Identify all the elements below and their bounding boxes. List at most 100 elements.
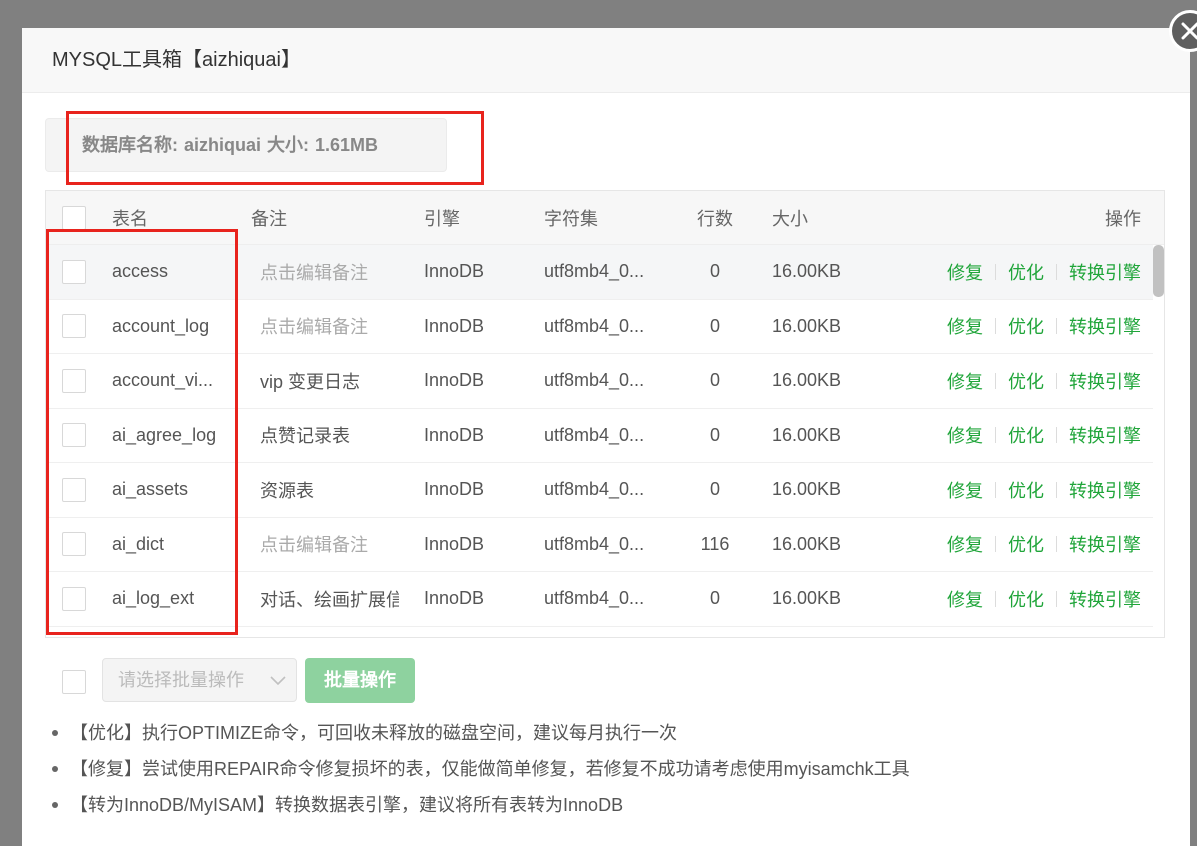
table-row: ai_assets 资源表 InnoDB utf8mb4_0... 0 16.0… <box>46 463 1153 518</box>
chevron-down-icon <box>270 676 286 686</box>
convert-engine-link[interactable]: 转换引擎 <box>1069 259 1141 285</box>
action-separator <box>995 536 996 553</box>
batch-action-select[interactable]: 请选择批量操作 <box>102 658 297 702</box>
repair-link[interactable]: 修复 <box>947 477 983 503</box>
table-row-count: 0 <box>709 261 720 282</box>
batch-action-button[interactable]: 批量操作 <box>305 658 415 703</box>
row-checkbox[interactable] <box>62 477 86 502</box>
repair-link[interactable]: 修复 <box>947 368 983 394</box>
table-size: 16.00KB <box>772 533 842 554</box>
table-row: access 点击编辑备注 InnoDB utf8mb4_0... 0 16.0… <box>46 245 1153 300</box>
batch-action-select-placeholder: 请选择批量操作 <box>118 670 244 690</box>
tables-table: 表名 备注 引擎 字符集 行数 大小 操作 access 点击编辑备注 Inno… <box>45 190 1165 638</box>
convert-engine-link[interactable]: 转换引擎 <box>1069 313 1141 339</box>
note-text: 【优化】执行OPTIMIZE命令，可回收未释放的磁盘空间，建议每月执行一次 <box>70 723 677 743</box>
optimize-link[interactable]: 优化 <box>1008 586 1044 612</box>
table-comment[interactable]: 点击编辑备注 <box>251 245 399 299</box>
action-separator <box>1056 318 1057 335</box>
row-actions: 修复 优化 转换引擎 <box>947 409 1141 463</box>
action-separator <box>1056 263 1057 280</box>
db-size-value: 1.61MB <box>315 135 379 155</box>
column-header-engine: 引擎 <box>424 208 460 229</box>
note-item: 【转为InnoDB/MyISAM】转换数据表引擎，建议将所有表转为InnoDB <box>52 787 910 823</box>
table-size: 16.00KB <box>772 315 842 336</box>
table-engine: InnoDB <box>424 370 485 391</box>
note-item: 【优化】执行OPTIMIZE命令，可回收未释放的磁盘空间，建议每月执行一次 <box>52 715 910 751</box>
table-name: account_log <box>112 315 210 336</box>
action-separator <box>1056 427 1057 444</box>
close-icon <box>1181 22 1197 40</box>
bullet <box>52 730 58 736</box>
table-comment[interactable]: 点击编辑备注 <box>251 518 399 572</box>
repair-link[interactable]: 修复 <box>947 531 983 557</box>
optimize-link[interactable]: 优化 <box>1008 313 1044 339</box>
table-row: ai_agree_log 点赞记录表 InnoDB utf8mb4_0... 0… <box>46 408 1153 463</box>
repair-link[interactable]: 修复 <box>947 313 983 339</box>
table-row: account_vi... vip 变更日志 InnoDB utf8mb4_0.… <box>46 354 1153 409</box>
convert-engine-link[interactable]: 转换引擎 <box>1069 368 1141 394</box>
action-separator <box>995 590 996 607</box>
table-scrollbar[interactable] <box>1153 245 1164 637</box>
column-header-actions: 操作 <box>1105 208 1141 229</box>
convert-engine-link[interactable]: 转换引擎 <box>1069 422 1141 448</box>
table-comment[interactable]: vip 变更日志 <box>251 354 399 408</box>
table-header: 表名 备注 引擎 字符集 行数 大小 操作 <box>46 191 1164 245</box>
dialog-title-bar: MYSQL工具箱【aizhiquai】 <box>22 28 1190 93</box>
column-header-charset: 字符集 <box>544 208 598 229</box>
table-engine: InnoDB <box>424 315 485 336</box>
repair-link[interactable]: 修复 <box>947 422 983 448</box>
close-button-area <box>1168 9 1197 53</box>
table-comment[interactable]: 点击编辑备注 <box>251 300 399 354</box>
note-item: 【修复】尝试使用REPAIR命令修复损坏的表，仅能做简单修复，若修复不成功请考虑… <box>52 751 910 787</box>
repair-link[interactable]: 修复 <box>947 586 983 612</box>
table-name: ai_log_ext <box>112 588 195 609</box>
action-separator <box>995 481 996 498</box>
table-row: account_log 点击编辑备注 InnoDB utf8mb4_0... 0… <box>46 299 1153 354</box>
row-checkbox-cell <box>62 354 86 408</box>
optimize-link[interactable]: 优化 <box>1008 477 1044 503</box>
action-separator <box>1056 372 1057 389</box>
table-engine: InnoDB <box>424 479 485 500</box>
row-actions: 修复 优化 转换引擎 <box>947 245 1141 299</box>
optimize-link[interactable]: 优化 <box>1008 531 1044 557</box>
table-comment[interactable]: 点赞记录表 <box>251 409 399 463</box>
db-name-label: 数据库名称: <box>82 135 178 155</box>
table-name: ai_agree_log <box>112 424 217 445</box>
row-checkbox[interactable] <box>62 423 86 448</box>
optimize-link[interactable]: 优化 <box>1008 368 1044 394</box>
scrollbar-thumb[interactable] <box>1153 245 1164 297</box>
table-comment[interactable]: 对话、绘画扩展信 <box>251 572 399 626</box>
table-engine: InnoDB <box>424 261 485 282</box>
column-header-name: 表名 <box>112 208 148 229</box>
table-charset: utf8mb4_0... <box>544 315 645 336</box>
row-checkbox[interactable] <box>62 532 86 557</box>
row-checkbox[interactable] <box>62 368 86 393</box>
row-actions: 修复 优化 转换引擎 <box>947 518 1141 572</box>
optimize-link[interactable]: 优化 <box>1008 259 1044 285</box>
row-checkbox[interactable] <box>62 586 86 611</box>
row-checkbox-cell <box>62 463 86 517</box>
dialog-title: MYSQL工具箱【aizhiquai】 <box>52 49 301 71</box>
header-checkbox-cell <box>62 191 86 244</box>
row-checkbox[interactable] <box>62 314 86 339</box>
db-name-value: aizhiquai <box>184 135 262 155</box>
table-charset: utf8mb4_0... <box>544 424 645 445</box>
optimize-link[interactable]: 优化 <box>1008 422 1044 448</box>
table-size: 16.00KB <box>772 424 842 445</box>
repair-link[interactable]: 修复 <box>947 259 983 285</box>
row-actions: 修复 优化 转换引擎 <box>947 572 1141 626</box>
row-checkbox-cell <box>62 518 86 572</box>
convert-engine-link[interactable]: 转换引擎 <box>1069 477 1141 503</box>
table-charset: utf8mb4_0... <box>544 261 645 282</box>
batch-select-all-checkbox[interactable] <box>62 670 86 694</box>
close-button[interactable] <box>1169 10 1197 52</box>
row-checkbox[interactable] <box>62 259 86 284</box>
table-comment[interactable]: 资源表 <box>251 463 399 517</box>
convert-engine-link[interactable]: 转换引擎 <box>1069 586 1141 612</box>
select-all-checkbox[interactable] <box>62 205 86 230</box>
note-text: 【修复】尝试使用REPAIR命令修复损坏的表，仅能做简单修复，若修复不成功请考虑… <box>70 759 910 779</box>
row-checkbox-cell <box>62 572 86 626</box>
database-info-box: 数据库名称: aizhiquai 大小: 1.61MB <box>45 118 447 172</box>
convert-engine-link[interactable]: 转换引擎 <box>1069 531 1141 557</box>
table-row-count: 0 <box>709 424 720 445</box>
